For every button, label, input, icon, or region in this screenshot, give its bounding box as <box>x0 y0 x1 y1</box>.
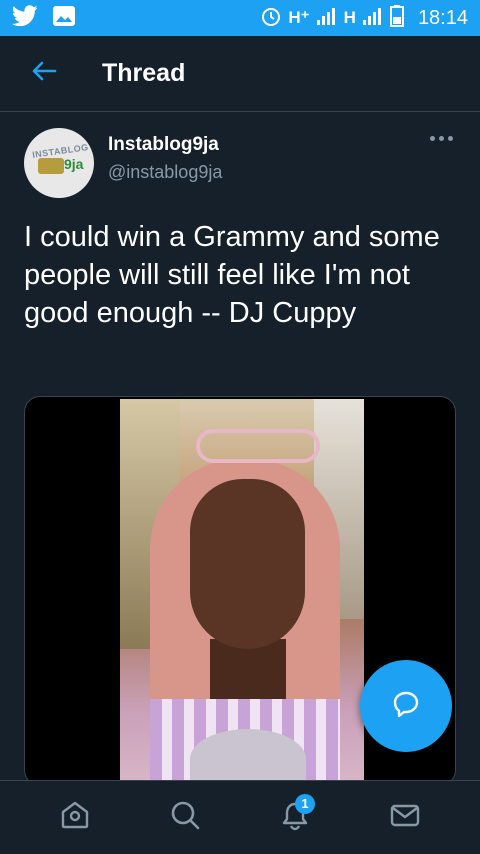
nav-home[interactable] <box>45 788 105 848</box>
status-time: 18:14 <box>417 6 468 29</box>
handle[interactable]: @instablog9ja <box>108 162 222 183</box>
alarm-icon <box>260 5 282 32</box>
home-icon <box>59 799 91 836</box>
more-icon <box>430 136 435 141</box>
battery-icon <box>389 4 404 32</box>
image-icon <box>52 5 76 32</box>
twitter-bird-icon <box>11 4 38 32</box>
display-name[interactable]: Instablog9ja <box>108 134 222 156</box>
nav-search[interactable] <box>155 788 215 848</box>
back-button[interactable] <box>28 58 60 90</box>
messages-icon <box>389 799 421 836</box>
signal-icon <box>316 6 338 31</box>
status-bar: H⁺ H 18:14 <box>0 0 480 36</box>
nav-messages[interactable] <box>375 788 435 848</box>
arrow-left-icon <box>31 60 57 87</box>
nav-notifications[interactable]: 1 <box>265 788 325 848</box>
bottom-nav: 1 <box>0 780 480 854</box>
reply-button[interactable] <box>360 660 452 752</box>
tweet-text: I could win a Grammy and some people wil… <box>24 221 440 329</box>
signal-icon-2 <box>362 6 384 31</box>
tweet-author: INSTABLOG 9ja Instablog9ja @instablog9ja <box>24 128 460 198</box>
page-title: Thread <box>102 59 186 87</box>
reply-bubble-icon <box>391 689 421 724</box>
video-frame <box>120 399 364 785</box>
network-label-1: H⁺ <box>288 8 310 27</box>
avatar[interactable]: INSTABLOG 9ja <box>24 128 94 198</box>
header: Thread <box>0 36 480 112</box>
search-icon <box>169 799 201 836</box>
network-label-2: H <box>343 8 356 27</box>
notifications-badge: 1 <box>295 793 315 814</box>
more-options-button[interactable] <box>430 136 454 150</box>
